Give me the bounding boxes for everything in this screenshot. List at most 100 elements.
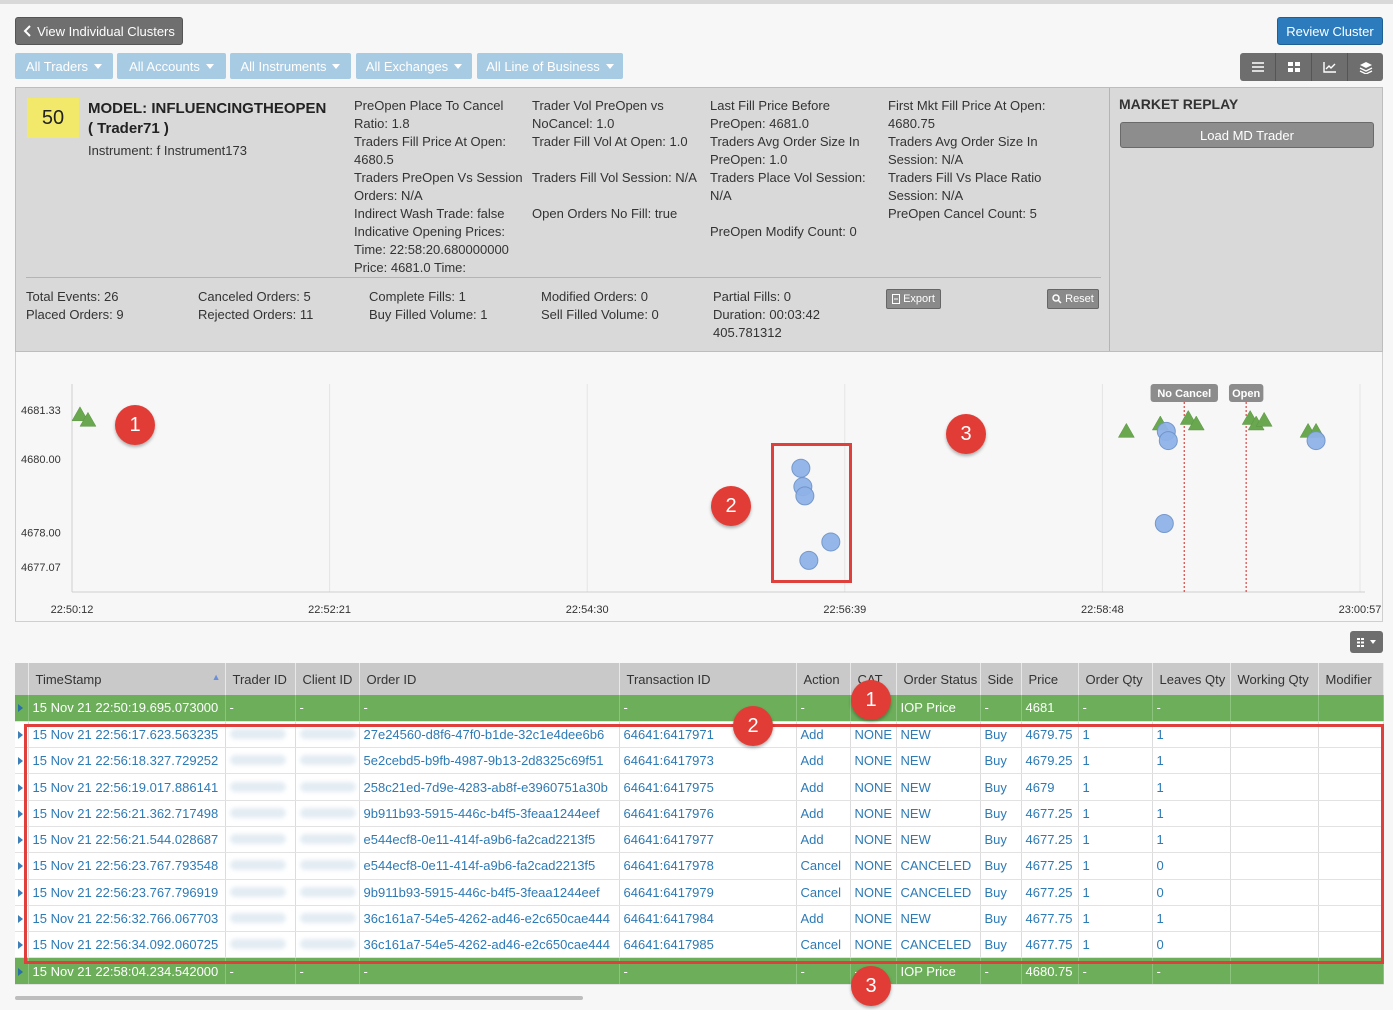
expand-arrow-icon	[18, 809, 23, 818]
table-highlight-box	[24, 724, 1384, 964]
rejected-orders: Rejected Orders: 11	[198, 307, 314, 322]
reset-button[interactable]: Reset	[1047, 289, 1099, 309]
summary-modified: Modified Orders: 0 Sell Filled Volume: 0	[541, 288, 659, 324]
summary-orders: Canceled Orders: 5 Rejected Orders: 11	[198, 288, 313, 324]
col-client-id[interactable]: Client ID	[295, 663, 360, 695]
cell-order-id: -	[359, 695, 620, 722]
list-view-button[interactable]	[1240, 53, 1276, 81]
column-chooser-button[interactable]	[1350, 631, 1383, 653]
order-price-chart: 22:50:12 22:52:21 22:54:30 22:56:39 22:58:48…	[15, 352, 1383, 622]
x-tick-label: 22:56:39	[823, 604, 866, 616]
search-icon	[1052, 294, 1062, 304]
stat-item: Traders Avg Order Size In Session: N/A	[888, 134, 1038, 167]
marker-label: Open	[1232, 388, 1260, 400]
cell-order-status: IOP Price	[896, 695, 981, 722]
cell-client-id: -	[295, 695, 360, 722]
stat-item: First Mkt Fill Price At Open: 4680.75	[888, 98, 1046, 131]
caret-down-icon	[332, 63, 341, 69]
col-timestamp[interactable]: TimeStamp ▲	[28, 663, 226, 695]
caret-down-icon	[205, 63, 214, 69]
table-callout-1: 1	[851, 680, 891, 720]
col-order-status[interactable]: Order Status	[896, 663, 981, 695]
expand-row-toggle[interactable]	[15, 695, 29, 722]
x-tick-label: 23:00:57	[1339, 604, 1382, 616]
cell-leaves-qty: -	[1152, 695, 1231, 722]
filter-instruments[interactable]: All Instruments	[230, 53, 351, 79]
trade-point	[1117, 422, 1135, 438]
expand-arrow-icon	[18, 730, 23, 739]
export-icon	[892, 294, 901, 304]
chart-icon	[1322, 62, 1336, 73]
sell-filled-volume: Sell Filled Volume: 0	[541, 307, 659, 322]
instrument-label: Instrument: f Instrument173	[88, 143, 247, 158]
stats-column-3: Last Fill Price Before PreOpen: 4681.0 T…	[710, 97, 886, 241]
chart-view-button[interactable]	[1312, 53, 1348, 81]
load-md-trader-button[interactable]: Load MD Trader	[1120, 122, 1374, 148]
y-tick-label: 4681.33	[21, 405, 61, 417]
stats-column-1: PreOpen Place To Cancel Ratio: 1.8 Trade…	[354, 97, 530, 277]
x-tick-label: 22:50:12	[51, 604, 94, 616]
filter-line-of-business[interactable]: All Line of Business	[477, 53, 623, 79]
x-tick-label: 22:54:30	[566, 604, 609, 616]
stat-item: Trader Vol PreOpen vs NoCancel: 1.0	[532, 98, 664, 131]
stat-item: Traders Fill Vol Session: N/A	[532, 170, 697, 185]
stat-item: Traders Fill Price At Open: 4680.5	[354, 134, 506, 167]
expand-arrow-icon	[18, 783, 23, 792]
layers-view-button[interactable]	[1348, 53, 1383, 81]
stat-item: Indicative Opening Prices: Time: 22:58:2…	[354, 224, 509, 275]
col-side[interactable]: Side	[980, 663, 1022, 695]
filter-traders[interactable]: All Traders	[15, 53, 113, 79]
expand-arrow-icon	[18, 704, 23, 713]
stat-item: PreOpen Place To Cancel Ratio: 1.8	[354, 98, 504, 131]
stat-item: PreOpen Modify Count: 0	[710, 224, 857, 239]
summary-fills: Complete Fills: 1 Buy Filled Volume: 1	[369, 288, 488, 324]
cell-price: 4681	[1021, 695, 1079, 722]
caret-down-icon	[1370, 640, 1376, 644]
filter-exchanges[interactable]: All Exchanges	[356, 53, 472, 79]
tiles-view-button[interactable]	[1276, 53, 1312, 81]
table-header-row: TimeStamp ▲ Trader ID Client ID Order ID …	[15, 663, 1384, 695]
horizontal-scrollbar[interactable]	[15, 996, 583, 1000]
top-border	[0, 0, 1393, 4]
view-individual-clusters-button[interactable]: View Individual Clusters	[15, 17, 183, 45]
order-point	[1154, 514, 1174, 534]
col-action[interactable]: Action	[796, 663, 851, 695]
stat-item: Traders Place Vol Session: N/A	[710, 170, 866, 203]
layers-icon	[1359, 61, 1372, 74]
filter-accounts[interactable]: All Accounts	[117, 53, 226, 79]
duration: Duration: 00:03:42 405.781312	[713, 307, 820, 340]
table-callout-2: 2	[733, 706, 773, 746]
stat-item: Trader Fill Vol At Open: 1.0	[532, 134, 688, 149]
expand-arrow-icon	[18, 967, 23, 976]
x-tick-label: 22:58:48	[1081, 604, 1124, 616]
score-badge: 50	[27, 98, 79, 138]
expand-arrow-icon	[18, 836, 23, 845]
table-row[interactable]: 15 Nov 21 22:50:19.695.073000------IOP P…	[15, 695, 1384, 722]
stat-item: PreOpen Cancel Count: 5	[888, 206, 1037, 221]
placed-orders: Placed Orders: 9	[26, 307, 124, 322]
col-price[interactable]: Price	[1021, 663, 1079, 695]
col-leaves-qty[interactable]: Leaves Qty	[1152, 663, 1231, 695]
chart-callout-3: 3	[946, 414, 986, 454]
export-button[interactable]: Export	[886, 289, 941, 309]
y-tick-label: 4680.00	[21, 454, 61, 466]
col-modifier[interactable]: Modifier	[1318, 663, 1384, 695]
cell-action: -	[796, 695, 851, 722]
stat-item: Open Orders No Fill: true	[532, 206, 678, 221]
col-order-id[interactable]: Order ID	[359, 663, 620, 695]
col-transaction-id[interactable]: Transaction ID	[619, 663, 797, 695]
review-cluster-button[interactable]: Review Cluster	[1277, 17, 1383, 45]
filter-label: All Exchanges	[365, 58, 449, 74]
cell-trader-id: -	[225, 695, 296, 722]
model-title: MODEL: INFLUENCINGTHEOPEN ( Trader71 )	[88, 100, 327, 137]
col-order-qty[interactable]: Order Qty	[1078, 663, 1153, 695]
cluster-summary-panel: 50 MODEL: INFLUENCINGTHEOPEN ( Trader71 …	[15, 87, 1383, 352]
col-working-qty[interactable]: Working Qty	[1230, 663, 1319, 695]
expand-arrow-icon	[18, 888, 23, 897]
back-label: View Individual Clusters	[37, 23, 175, 39]
buy-filled-volume: Buy Filled Volume: 1	[369, 307, 488, 322]
filter-label: All Instruments	[240, 58, 327, 74]
expand-header	[15, 663, 29, 695]
col-trader-id[interactable]: Trader ID	[225, 663, 296, 695]
cell-order-qty: -	[1078, 695, 1153, 722]
